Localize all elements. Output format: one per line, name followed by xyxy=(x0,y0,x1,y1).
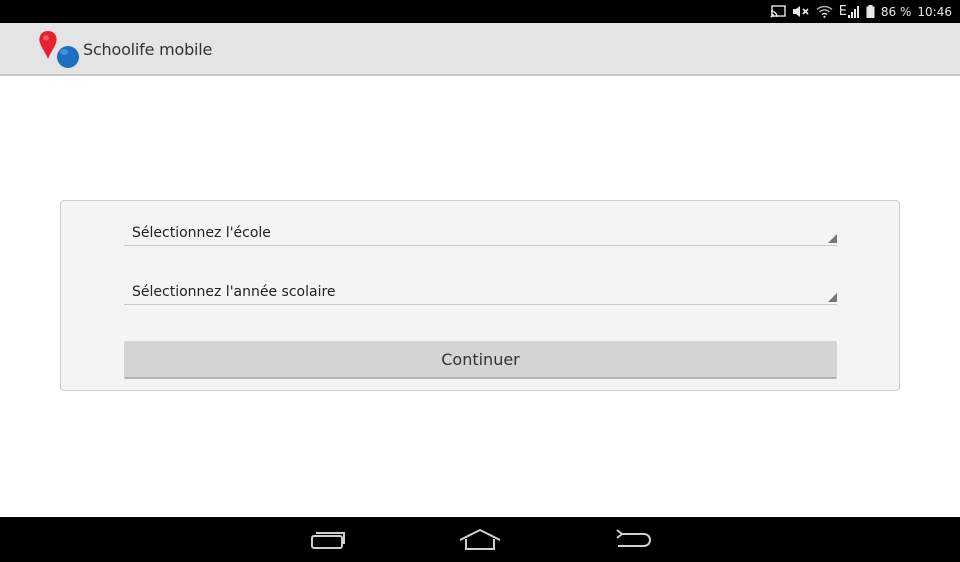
school-select-label: Sélectionnez l'école xyxy=(132,225,271,241)
network-type: E xyxy=(838,4,847,19)
cast-icon xyxy=(770,0,786,23)
continue-button[interactable]: Continuer xyxy=(124,341,837,379)
school-select[interactable]: Sélectionnez l'école xyxy=(124,202,837,246)
navigation-bar xyxy=(0,517,960,562)
school-year-select[interactable]: Sélectionnez l'année scolaire xyxy=(124,261,837,305)
status-bar: E 86 % 10:46 xyxy=(0,0,960,23)
wifi-icon xyxy=(816,0,833,23)
app-logo xyxy=(36,29,82,71)
dropdown-arrow-icon xyxy=(828,234,837,243)
battery-percent: 86 % xyxy=(880,4,912,19)
clock: 10:46 xyxy=(917,4,952,19)
recent-apps-icon[interactable] xyxy=(306,525,350,555)
home-icon[interactable] xyxy=(458,525,502,555)
app-bar: Schoolife mobile xyxy=(0,23,960,76)
mute-icon xyxy=(792,0,810,23)
school-selection-form: Sélectionnez l'école Sélectionnez l'anné… xyxy=(60,200,900,391)
back-icon[interactable] xyxy=(610,525,654,555)
school-year-select-label: Sélectionnez l'année scolaire xyxy=(132,284,336,300)
signal-icon: E xyxy=(839,0,860,23)
app-title: Schoolife mobile xyxy=(83,40,213,59)
dropdown-arrow-icon xyxy=(828,293,837,302)
battery-icon xyxy=(866,0,875,23)
